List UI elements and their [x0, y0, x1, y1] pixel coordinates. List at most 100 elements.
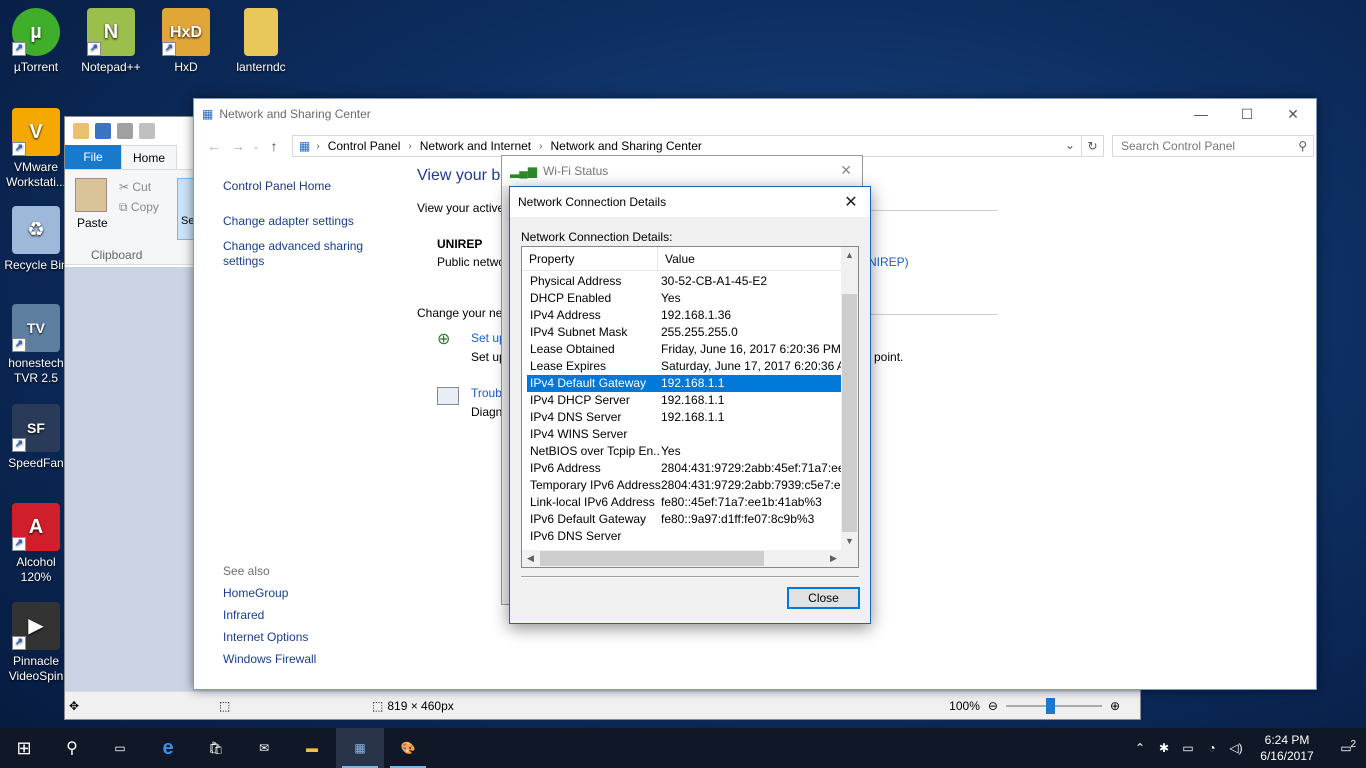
show-hidden-icons-icon[interactable]: ⌃ — [1128, 741, 1152, 755]
windows-firewall-link[interactable]: Windows Firewall — [223, 652, 316, 666]
copy-button[interactable]: ⧉ Copy — [119, 200, 159, 215]
speedfan-desktop-icon[interactable]: SF ↗ SpeedFan — [0, 404, 72, 471]
volume-icon[interactable]: ◁) — [1224, 741, 1248, 755]
refresh-button[interactable]: ↻ — [1082, 135, 1104, 157]
horizontal-scrollbar[interactable]: ◀ ▶ — [522, 550, 842, 567]
undo-icon[interactable] — [117, 123, 133, 139]
action-center-button[interactable]: ▭ 2 — [1326, 739, 1366, 755]
breadcrumb-network-internet[interactable]: Network and Internet — [420, 139, 531, 153]
control-panel-taskbar-button[interactable]: ▦ — [336, 728, 384, 768]
edge-taskbar-button[interactable]: e — [144, 728, 192, 768]
store-taskbar-button[interactable]: 🛍 — [192, 728, 240, 768]
value-cell: fe80::45ef:71a7:ee1b:41ab%3 — [661, 495, 822, 509]
close-window-button[interactable]: ✕ — [1270, 99, 1316, 129]
file-explorer-taskbar-button[interactable]: ▬ — [288, 728, 336, 768]
breadcrumb-network-sharing-center[interactable]: Network and Sharing Center — [551, 139, 702, 153]
search-taskbar-button[interactable]: ⚲ — [48, 728, 96, 768]
zoom-out-icon[interactable]: ⊖ — [988, 699, 998, 713]
battery-icon[interactable]: ▭ — [1176, 741, 1200, 755]
table-row[interactable]: IPv4 Address 192.168.1.36 — [527, 307, 842, 324]
table-row[interactable]: NetBIOS over Tcpip En... Yes — [527, 443, 842, 460]
horizontal-scroll-thumb[interactable] — [540, 551, 764, 566]
paste-button[interactable]: Paste — [77, 216, 108, 230]
pinnacle-desktop-icon[interactable]: ▶ ↗ Pinnacle VideoSpin — [0, 602, 72, 684]
table-row[interactable]: DHCP Enabled Yes — [527, 290, 842, 307]
table-row[interactable]: Lease Obtained Friday, June 16, 2017 6:20… — [527, 341, 842, 358]
forward-button[interactable]: → — [226, 138, 250, 154]
network-alert-icon[interactable]: ✱ — [1152, 741, 1176, 755]
details-listview[interactable]: Property Value Physical Address 30-52-CB-… — [521, 246, 859, 568]
mail-taskbar-button[interactable]: ✉ — [240, 728, 288, 768]
scroll-up-icon[interactable]: ▲ — [841, 247, 858, 264]
change-advanced-sharing-link[interactable]: Change advanced sharing settings — [223, 239, 393, 269]
cut-button[interactable]: ✂ Cut — [119, 180, 151, 194]
infrared-link[interactable]: Infrared — [223, 608, 316, 622]
scroll-left-icon[interactable]: ◀ — [522, 550, 539, 567]
edge-icon: e — [162, 736, 174, 759]
breadcrumb-control-panel[interactable]: Control Panel — [328, 139, 401, 153]
maximize-button[interactable]: ☐ — [1224, 99, 1270, 129]
internet-options-link[interactable]: Internet Options — [223, 630, 316, 644]
utorrent-desktop-icon[interactable]: µ ↗ µTorrent — [0, 8, 72, 75]
search-placeholder: Search Control Panel — [1121, 139, 1236, 153]
close-button[interactable]: Close — [787, 587, 860, 609]
change-adapter-settings-link[interactable]: Change adapter settings — [223, 214, 393, 229]
recycle-bin-desktop-icon[interactable]: ♻ Recycle Bin — [0, 206, 72, 273]
table-row[interactable]: IPv6 DNS Server — [527, 528, 842, 545]
table-row[interactable]: IPv6 Default Gateway fe80::9a97:d1ff:fe07… — [527, 511, 842, 528]
column-header-value[interactable]: Value — [658, 247, 695, 270]
table-row[interactable]: IPv4 DNS Server 192.168.1.1 — [527, 409, 842, 426]
table-row[interactable]: IPv4 Default Gateway 192.168.1.1 — [527, 375, 842, 392]
alcohol-desktop-icon[interactable]: A ↗ Alcohol 120% — [0, 503, 72, 585]
paint-taskbar-button[interactable]: 🎨 — [384, 728, 432, 768]
property-cell: Link-local IPv6 Address — [530, 495, 655, 509]
nsc-window-title: Network and Sharing Center — [219, 107, 371, 121]
vmware-desktop-icon[interactable]: V ↗ VMware Workstati... — [0, 108, 72, 190]
table-row[interactable]: Link-local IPv6 Address fe80::45ef:71a7:e… — [527, 494, 842, 511]
vertical-scroll-thumb[interactable] — [842, 294, 857, 532]
paint-app-icon[interactable] — [73, 123, 89, 139]
clock[interactable]: 6:24 PM 6/16/2017 — [1248, 732, 1326, 764]
tab-home[interactable]: Home — [121, 145, 177, 169]
table-row[interactable]: Temporary IPv6 Address 2804:431:9729:2abb… — [527, 477, 842, 494]
address-dropdown-icon[interactable]: ⌄ — [1065, 138, 1075, 152]
troubleshoot-link[interactable]: Troub — [471, 386, 502, 400]
search-input[interactable]: Search Control Panel ⚲ — [1112, 135, 1314, 157]
hxd-desktop-icon[interactable]: HxD ↗ HxD — [150, 8, 222, 75]
wifi-icon[interactable]: ◔ — [1200, 741, 1224, 755]
redo-icon[interactable] — [139, 123, 155, 139]
address-bar[interactable]: ▦ › Control Panel › Network and Internet… — [292, 135, 1082, 157]
zoom-in-icon[interactable]: ⊕ — [1110, 699, 1120, 713]
recent-locations-icon[interactable]: ⌄ — [250, 141, 262, 152]
zoom-slider-thumb[interactable] — [1045, 697, 1055, 714]
task-view-button[interactable]: ▭ — [96, 728, 144, 768]
details-label: Network Connection Details: — [521, 230, 673, 244]
notification-count: 2 — [1350, 739, 1356, 750]
table-row[interactable]: IPv4 DHCP Server 192.168.1.1 — [527, 392, 842, 409]
property-cell: IPv4 DHCP Server — [530, 393, 630, 407]
up-button[interactable]: ↑ — [262, 138, 286, 154]
table-row[interactable]: Lease Expires Saturday, June 17, 2017 6:2… — [527, 358, 842, 375]
dialog-close-icon[interactable]: ✕ — [840, 192, 862, 212]
notepadpp-desktop-icon[interactable]: N ↗ Notepad++ — [75, 8, 147, 75]
table-row[interactable]: IPv6 Address 2804:431:9729:2abb:45ef:71a7… — [527, 460, 842, 477]
control-panel-home-link[interactable]: Control Panel Home — [223, 179, 393, 194]
column-header-property[interactable]: Property — [522, 247, 658, 270]
table-row[interactable]: Physical Address 30-52-CB-A1-45-E2 — [527, 273, 842, 290]
connection-link[interactable]: NIREP) — [868, 255, 909, 269]
table-row[interactable]: IPv4 WINS Server — [527, 426, 842, 443]
start-button[interactable]: ⊞ — [0, 728, 48, 768]
back-button[interactable]: ← — [202, 138, 226, 154]
lanterndc-desktop-icon[interactable]: lanterndc — [225, 8, 297, 75]
tab-file[interactable]: File — [65, 145, 121, 169]
save-icon[interactable] — [95, 123, 111, 139]
honestech-desktop-icon[interactable]: TV ↗ honestech TVR 2.5 — [0, 304, 72, 386]
vertical-scrollbar[interactable]: ▲ ▼ — [841, 247, 858, 550]
table-row[interactable]: IPv4 Subnet Mask 255.255.255.0 — [527, 324, 842, 341]
scroll-right-icon[interactable]: ▶ — [825, 550, 842, 567]
wifi-close-icon[interactable]: ✕ — [840, 162, 852, 179]
homegroup-link[interactable]: HomeGroup — [223, 586, 316, 600]
scroll-down-icon[interactable]: ▼ — [841, 533, 858, 550]
zoom-slider[interactable] — [1005, 697, 1102, 714]
minimize-button[interactable]: — — [1178, 99, 1224, 129]
